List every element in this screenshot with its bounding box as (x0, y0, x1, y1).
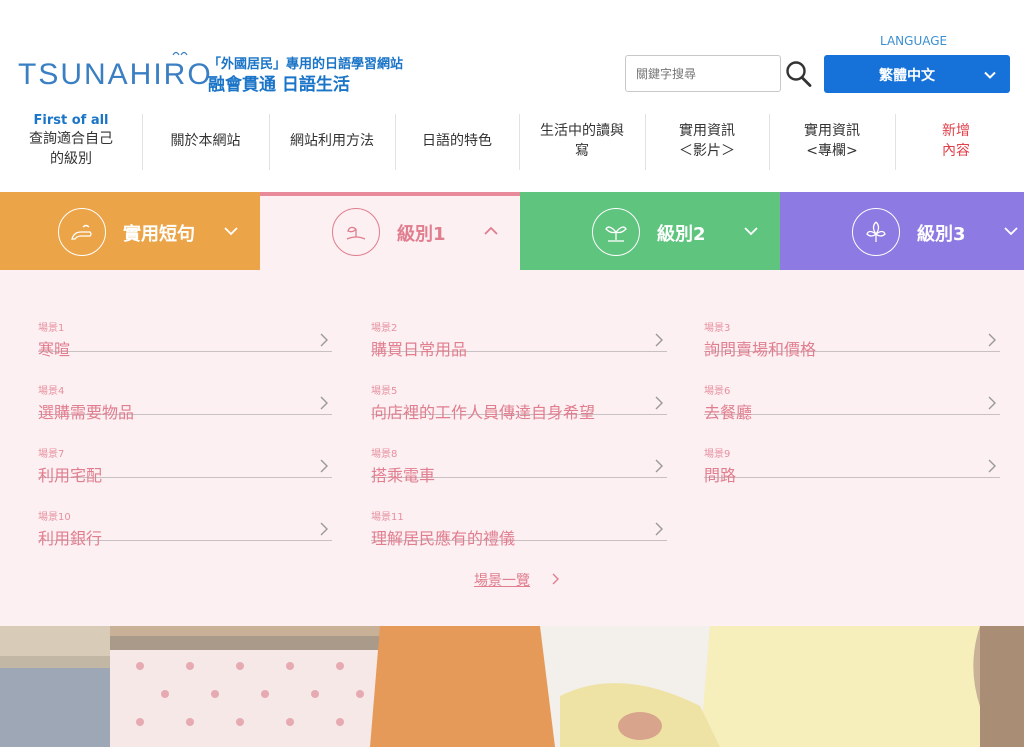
nav-item-label-line2: <專欄> (806, 143, 858, 159)
chevron-right-icon (655, 333, 663, 347)
scene-link[interactable]: 場景9 問路 (704, 415, 1000, 485)
language-select[interactable]: 繁體中文 (824, 55, 1010, 93)
tab-level-2[interactable]: 級別2 (520, 192, 780, 270)
tab-label: 實用短句 (123, 224, 195, 245)
scene-link[interactable]: 場景5 向店裡的工作人員傳達自身希望 (371, 352, 667, 422)
scene-number: 場景11 (371, 512, 404, 523)
scene-number: 場景10 (38, 512, 71, 523)
nav-item-label-line2: ＜影片＞ (679, 143, 735, 159)
scene-number: 場景7 (38, 449, 65, 460)
chevron-down-icon (984, 71, 996, 79)
nav-item-label: 新增 (942, 123, 970, 139)
scene-number: 場景1 (38, 323, 65, 334)
search-icon[interactable] (784, 58, 814, 90)
scene-number: 場景5 (371, 386, 398, 397)
chevron-right-icon (655, 396, 663, 410)
chevron-right-icon (320, 459, 328, 473)
site-header: TSUNAHIRO 「外國居民」專用的日語學習網站 融會貫通 日語生活 LANG… (0, 0, 1024, 105)
scene-link[interactable]: 場景4 選購需要物品 (38, 352, 332, 422)
nav-item-japanese-features[interactable]: 日語的特色 (395, 108, 519, 174)
tab-level-1[interactable]: 級別1 (260, 192, 520, 270)
see-all-scenes-link[interactable]: 場景一覽 (474, 570, 530, 590)
nav-item-find-level[interactable]: First of all 查詢適合自己 的級別 (0, 108, 142, 174)
scene-title: 理解居民應有的禮儀 (371, 529, 516, 548)
scene-number: 場景9 (704, 449, 731, 460)
tab-useful-phrases[interactable]: 實用短句 (0, 192, 260, 270)
nav-item-reading-writing[interactable]: 生活中的讀與 寫 (519, 108, 645, 174)
language-label: LANGUAGE (880, 34, 948, 48)
chevron-down-icon (224, 227, 238, 236)
nav-item-label-line2: 的級別 (50, 151, 92, 167)
nav-item-label: 網站利用方法 (290, 133, 374, 149)
chevron-down-icon (744, 227, 758, 236)
level-tabs: 實用短句 級別1 級別2 級別3 (0, 192, 1024, 270)
chevron-right-icon (320, 396, 328, 410)
scene-number: 場景8 (371, 449, 398, 460)
tab-label: 級別3 (917, 224, 966, 245)
nav-item-label: 查詢適合自己 (29, 131, 113, 147)
nav-item-label: 實用資訊 (804, 123, 860, 139)
scene-link[interactable]: 場景11 理解居民應有的禮儀 (371, 478, 667, 548)
nav-item-info-videos[interactable]: 實用資訊 ＜影片＞ (645, 108, 769, 174)
chevron-right-icon (988, 459, 996, 473)
scene-link[interactable]: 場景7 利用宅配 (38, 415, 332, 485)
chevron-right-icon (988, 333, 996, 347)
scene-title: 利用銀行 (38, 529, 103, 548)
nav-item-info-columns[interactable]: 實用資訊 <專欄> (769, 108, 895, 174)
chevron-up-icon (484, 226, 498, 235)
seedling-icon (592, 208, 640, 256)
nav-item-how-to-use[interactable]: 網站利用方法 (269, 108, 395, 174)
scene-number: 場景2 (371, 323, 398, 334)
chevron-right-icon (988, 396, 996, 410)
chevron-right-icon (552, 573, 559, 585)
nav-item-label: 實用資訊 (679, 123, 735, 139)
scene-link[interactable]: 場景3 詢問賣場和價格 (704, 289, 1000, 359)
scene-link[interactable]: 場景2 購買日常用品 (371, 289, 667, 359)
nav-item-new-content[interactable]: 新增 內容 (895, 108, 1017, 174)
nav-item-label-line2: 內容 (942, 143, 970, 159)
scene-title: 問路 (704, 466, 737, 485)
tab-label: 級別2 (657, 224, 706, 245)
bird-icon (172, 51, 188, 56)
hero-photo (0, 626, 1024, 747)
scene-link[interactable]: 場景6 去餐廳 (704, 352, 1000, 422)
scene-number: 場景6 (704, 386, 731, 397)
nav-item-label-line2: 寫 (575, 143, 589, 159)
chevron-right-icon (655, 459, 663, 473)
tree-icon (852, 208, 900, 256)
nav-item-label: 日語的特色 (422, 133, 492, 149)
search-input[interactable] (625, 55, 781, 92)
nav-item-about[interactable]: 關於本網站 (142, 108, 269, 174)
tab-label: 級別1 (397, 224, 446, 245)
nav-item-label: 關於本網站 (170, 133, 241, 149)
chevron-down-icon (1004, 227, 1018, 236)
nav-item-highlight: First of all (33, 113, 109, 128)
tab-level-3[interactable]: 級別3 (780, 192, 1024, 270)
chevron-right-icon (655, 522, 663, 536)
sprout-icon (332, 208, 380, 256)
main-nav: First of all 查詢適合自己 的級別 關於本網站 網站利用方法 日語的… (0, 108, 1024, 174)
chevron-right-icon (320, 522, 328, 536)
nav-item-label: 生活中的讀與 (540, 123, 624, 139)
chevron-right-icon (320, 333, 328, 347)
scene-link[interactable]: 場景1 寒暄 (38, 289, 332, 359)
site-logo[interactable]: TSUNAHIRO (18, 58, 213, 92)
speech-icon (58, 208, 106, 256)
scene-link[interactable]: 場景8 搭乘電車 (371, 415, 667, 485)
scene-number: 場景4 (38, 386, 65, 397)
language-selected: 繁體中文 (879, 68, 935, 84)
scene-link[interactable]: 場景10 利用銀行 (38, 478, 332, 548)
scene-number: 場景3 (704, 323, 731, 334)
site-subtitle: 融會貫通 日語生活 (208, 75, 350, 95)
